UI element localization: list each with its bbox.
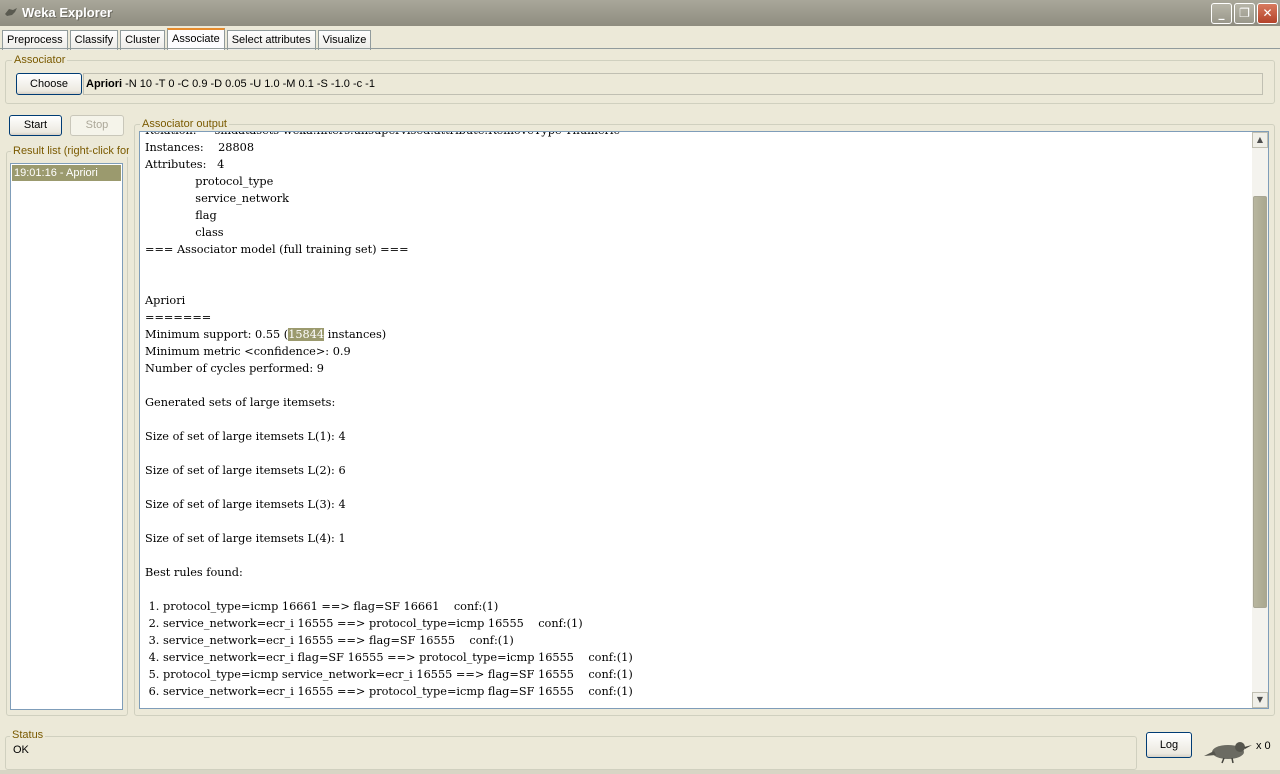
scroll-up-icon[interactable]: ▲ [1252, 132, 1268, 148]
restore-icon[interactable]: ❐ [1234, 3, 1255, 24]
support-count-highlight: 15844 [288, 328, 325, 341]
tab-cluster[interactable]: Cluster [120, 30, 165, 50]
associator-config-field[interactable]: Apriori -N 10 -T 0 -C 0.9 -D 0.05 -U 1.0… [83, 73, 1263, 95]
status-text: OK [13, 744, 29, 756]
output-lines-before: Relation: smdatasets-weka.filters.unsupe… [145, 132, 620, 324]
close-icon[interactable]: ✕ [1257, 3, 1278, 24]
support-prefix: Minimum support: 0.55 ( [145, 328, 289, 341]
associator-output-title: Associator output [140, 118, 229, 130]
tab-associate[interactable]: Associate [167, 28, 225, 50]
result-list[interactable]: 19:01:16 - Apriori [10, 163, 123, 710]
window-title: Weka Explorer [22, 5, 113, 20]
tab-preprocess[interactable]: Preprocess [2, 30, 68, 50]
minimize-icon[interactable]: _ [1211, 3, 1232, 24]
status-group: Status [5, 729, 1137, 770]
associator-options: -N 10 -T 0 -C 0.9 -D 0.05 -U 1.0 -M 0.1 … [125, 78, 375, 90]
weka-bird-icon [5, 8, 17, 16]
scroll-down-icon[interactable]: ▼ [1252, 692, 1268, 708]
log-button[interactable]: Log [1146, 732, 1192, 758]
tab-classify[interactable]: Classify [69, 30, 119, 50]
associator-output-text[interactable]: Relation: smdatasets-weka.filters.unsupe… [139, 131, 1269, 709]
tab-divider [0, 48, 1280, 49]
result-list-title: Result list (right-click for options) [11, 145, 129, 157]
result-list-item[interactable]: 19:01:16 - Apriori [12, 165, 121, 181]
status-group-title: Status [10, 729, 46, 741]
support-suffix: instances) [324, 328, 387, 341]
weka-status-bird-icon [1204, 742, 1252, 764]
tab-visualize[interactable]: Visualize [317, 30, 372, 50]
tab-select-attributes[interactable]: Select attributes [226, 30, 316, 50]
task-count: x 0 [1256, 740, 1271, 752]
start-button[interactable]: Start [9, 115, 62, 136]
associator-algorithm: Apriori [86, 78, 123, 90]
choose-button[interactable]: Choose [16, 73, 82, 95]
scrollbar-thumb[interactable] [1253, 196, 1267, 608]
output-pre: Relation: smdatasets-weka.filters.unsupe… [145, 132, 633, 700]
title-bar: Weka Explorer _ ❐ ✕ [0, 0, 1280, 26]
bottom-edge [0, 770, 1280, 774]
associator-group-title: Associator [12, 54, 68, 66]
stop-button[interactable]: Stop [70, 115, 124, 136]
output-scrollbar[interactable]: ▲ ▼ [1252, 132, 1268, 708]
tab-bar: Preprocess Classify Cluster Associate Select… [2, 28, 373, 50]
output-lines-after: Minimum metric <confidence>: 0.9 Number … [145, 345, 633, 698]
